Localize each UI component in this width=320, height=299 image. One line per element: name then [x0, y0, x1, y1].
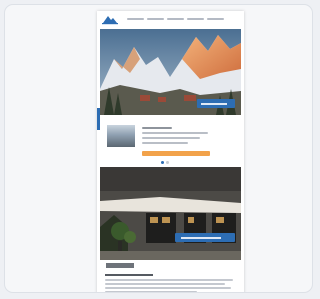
hero-cta-button[interactable] — [197, 99, 235, 108]
info-section — [100, 260, 241, 292]
carousel-dot[interactable] — [161, 161, 164, 164]
promo-text — [142, 127, 208, 147]
hotel-cta-button[interactable] — [175, 233, 235, 242]
info-heading — [105, 274, 153, 276]
carousel-dot[interactable] — [166, 161, 169, 164]
hero-cta-label — [201, 102, 227, 105]
info-text — [105, 279, 235, 292]
promo-section — [100, 121, 241, 157]
nav-item[interactable] — [167, 18, 184, 20]
nav-item[interactable] — [187, 18, 204, 20]
preview-card — [4, 4, 313, 293]
brand-logo — [106, 263, 134, 268]
site-logo[interactable] — [101, 14, 119, 25]
main-nav — [127, 18, 224, 20]
promo-thumbnail[interactable] — [107, 125, 135, 147]
nav-item[interactable] — [147, 18, 164, 20]
hotel-image — [100, 167, 241, 260]
nav-item[interactable] — [207, 18, 224, 20]
carousel-dots — [161, 161, 169, 164]
site-header — [97, 11, 244, 29]
website-preview-page[interactable] — [97, 11, 244, 292]
hotel-cta-label — [181, 236, 221, 239]
hero-image — [100, 29, 241, 115]
promo-button[interactable] — [142, 151, 210, 156]
nav-item[interactable] — [127, 18, 144, 20]
